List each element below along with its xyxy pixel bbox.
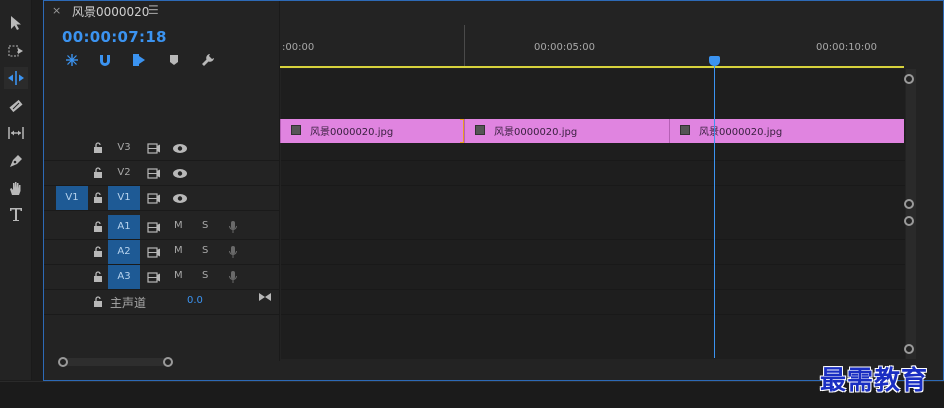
microphone-icon[interactable] xyxy=(228,220,238,234)
solo-button[interactable]: S xyxy=(202,220,208,231)
eye-icon[interactable] xyxy=(172,143,188,154)
microphone-icon[interactable] xyxy=(228,270,238,284)
type-tool-icon[interactable] xyxy=(4,203,28,225)
track-header-a3: A3 M S xyxy=(44,265,280,290)
clip-label: 风景0000020.jpg xyxy=(494,127,578,138)
ruler-tick xyxy=(464,25,465,67)
track-lane-a2[interactable] xyxy=(281,240,905,265)
video-clip[interactable]: 风景0000020.jpg xyxy=(464,119,669,143)
eye-icon[interactable] xyxy=(172,168,188,179)
track-name[interactable]: A3 xyxy=(108,265,140,289)
tools-panel xyxy=(0,0,32,380)
track-header-master: 主声道 0.0 xyxy=(44,290,280,315)
sync-lock-icon[interactable] xyxy=(147,168,161,179)
lock-icon[interactable] xyxy=(92,167,104,179)
stereo-bowtie-icon[interactable] xyxy=(258,292,272,302)
scroll-zoom-handle[interactable] xyxy=(904,344,914,354)
track-headers: V3 V2 V1 V1 A1 M S A2 M S A3 M S 主声道 0.0 xyxy=(44,1,280,361)
solo-button[interactable]: S xyxy=(202,245,208,256)
track-header-a2: A2 M S xyxy=(44,240,280,265)
track-select-tool-icon[interactable] xyxy=(4,40,28,62)
track-lane-a3[interactable] xyxy=(281,265,905,290)
playhead-handle[interactable] xyxy=(709,56,720,66)
clip-label: 风景0000020.jpg xyxy=(310,127,394,138)
sync-lock-icon[interactable] xyxy=(147,272,161,283)
track-header-v1: V1 V1 xyxy=(44,186,280,211)
scroll-zoom-handle[interactable] xyxy=(163,357,173,367)
lock-icon[interactable] xyxy=(92,246,104,258)
lock-icon[interactable] xyxy=(92,221,104,233)
mute-button[interactable]: M xyxy=(174,270,183,281)
scroll-zoom-handle[interactable] xyxy=(58,357,68,367)
scroll-zoom-handle[interactable] xyxy=(904,216,914,226)
track-header-v2: V2 xyxy=(44,161,280,186)
track-header-v3: V3 xyxy=(44,136,280,161)
timeline-panel: × 风景0000020 ☰ 00:00:07:18 :00:00 00:00:0… xyxy=(43,0,944,381)
lock-icon[interactable] xyxy=(92,296,104,308)
track-name[interactable]: A1 xyxy=(108,215,140,239)
playhead-line[interactable] xyxy=(714,56,715,358)
clip-label: 风景0000020.jpg xyxy=(699,127,783,138)
image-clip-icon xyxy=(291,125,301,135)
track-lane-v1[interactable] xyxy=(281,161,905,186)
image-clip-icon xyxy=(680,125,690,135)
status-bar xyxy=(0,381,944,408)
track-name[interactable]: V1 xyxy=(108,186,140,210)
track-area[interactable] xyxy=(281,69,905,359)
sync-lock-icon[interactable] xyxy=(147,193,161,204)
time-ruler[interactable]: :00:00 00:00:05:00 00:00:10:00 xyxy=(280,23,906,69)
video-clip[interactable]: 风景0000020.jpg xyxy=(669,119,904,143)
ruler-label: :00:00 xyxy=(282,42,315,53)
pen-tool-icon[interactable] xyxy=(4,150,28,172)
microphone-icon[interactable] xyxy=(228,245,238,259)
track-header-a1: A1 M S xyxy=(44,215,280,240)
sync-lock-icon[interactable] xyxy=(147,143,161,154)
lock-icon[interactable] xyxy=(92,271,104,283)
eye-icon[interactable] xyxy=(172,193,188,204)
vertical-scrollbar[interactable] xyxy=(906,69,916,359)
ruler-label: 00:00:10:00 xyxy=(816,42,878,53)
mute-button[interactable]: M xyxy=(174,245,183,256)
ruler-label: 00:00:05:00 xyxy=(534,42,596,53)
solo-button[interactable]: S xyxy=(202,270,208,281)
watermark-logo: 最需教育 xyxy=(820,366,929,396)
track-lane-master[interactable] xyxy=(281,290,905,315)
hand-tool-icon[interactable] xyxy=(4,177,28,199)
video-clip[interactable]: 风景0000020.jpg xyxy=(280,119,464,143)
scroll-zoom-handle[interactable] xyxy=(904,74,914,84)
ripple-edit-tool-icon[interactable] xyxy=(4,67,28,89)
work-area-bar[interactable] xyxy=(280,66,904,68)
track-name[interactable]: A2 xyxy=(108,240,140,264)
razor-tool-icon[interactable] xyxy=(4,95,28,117)
lock-icon[interactable] xyxy=(92,142,104,154)
track-lane-a1[interactable] xyxy=(281,215,905,240)
horizontal-scrollbar[interactable] xyxy=(60,358,172,366)
sync-lock-icon[interactable] xyxy=(147,247,161,258)
image-clip-icon xyxy=(475,125,485,135)
sync-lock-icon[interactable] xyxy=(147,222,161,233)
scroll-zoom-handle[interactable] xyxy=(904,199,914,209)
mute-button[interactable]: M xyxy=(174,220,183,231)
track-name[interactable]: V2 xyxy=(108,161,140,185)
slip-tool-icon[interactable] xyxy=(4,122,28,144)
lock-icon[interactable] xyxy=(92,192,104,204)
track-name[interactable]: V3 xyxy=(108,136,140,160)
master-volume-value[interactable]: 0.0 xyxy=(187,295,203,306)
master-track-label: 主声道 xyxy=(110,296,147,310)
source-patch[interactable]: V1 xyxy=(56,186,88,210)
selection-tool-icon[interactable] xyxy=(4,12,28,34)
